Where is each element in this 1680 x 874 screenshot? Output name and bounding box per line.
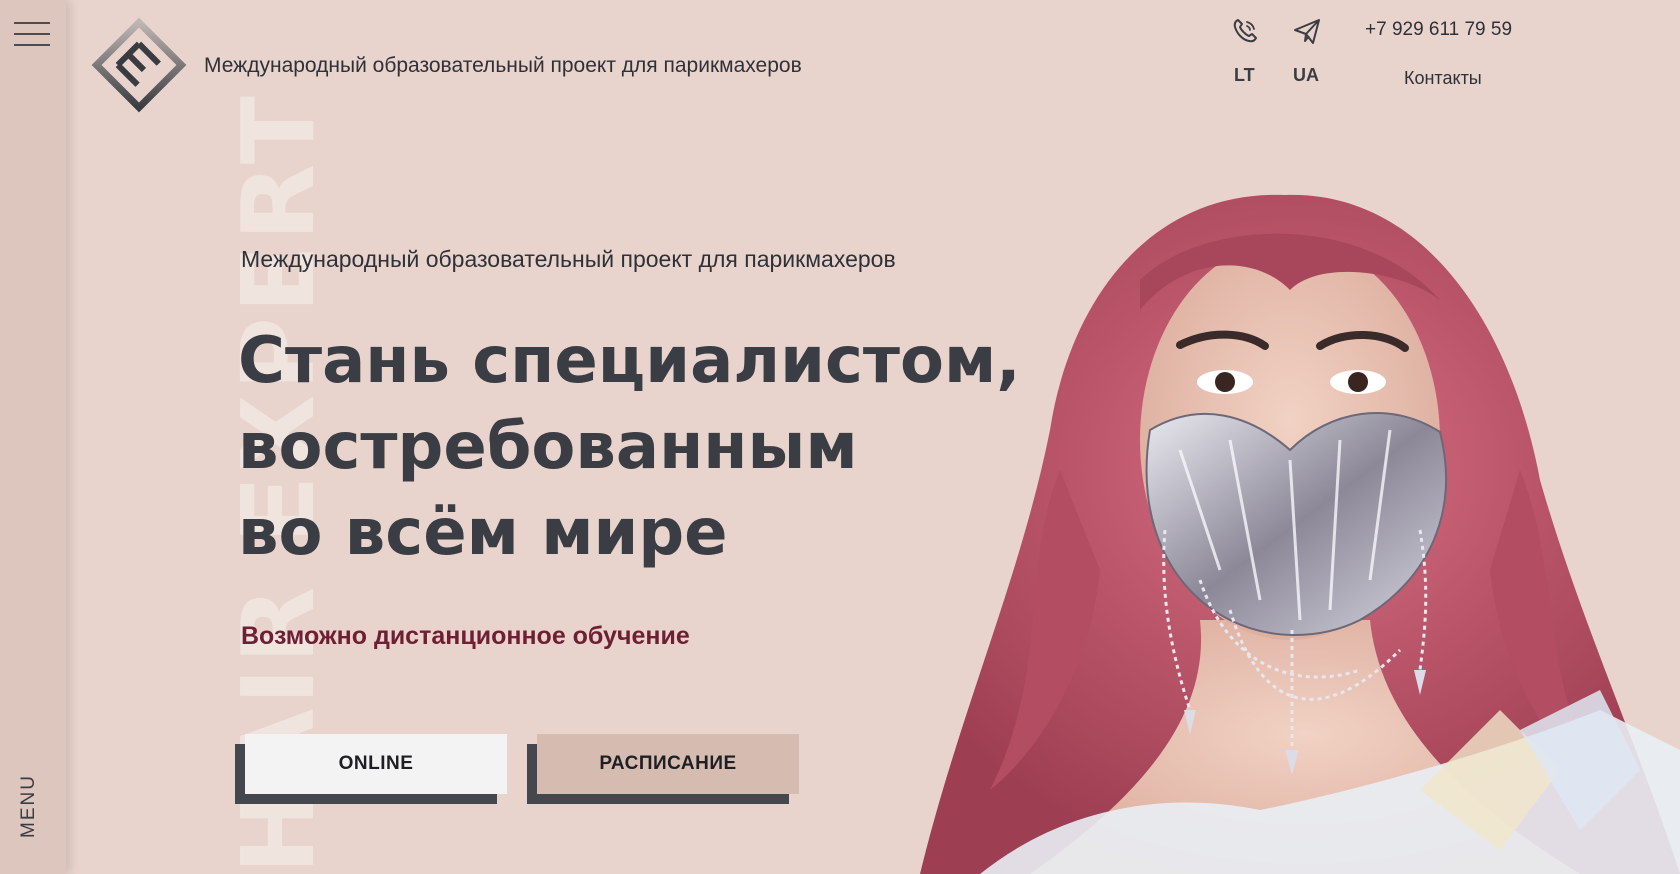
- phone-number-link[interactable]: +7 929 611 79 59: [1365, 19, 1512, 41]
- menu-icon[interactable]: [14, 22, 50, 48]
- header-tagline: Международный образовательный проект для…: [204, 54, 802, 77]
- hero-title: Стань специалистом, востребованным во вс…: [238, 318, 1021, 576]
- language-ua[interactable]: UA: [1293, 65, 1319, 86]
- online-button-wrap: ONLINE: [235, 734, 507, 804]
- phone-icon[interactable]: [1230, 16, 1260, 46]
- online-button[interactable]: ONLINE: [245, 734, 507, 794]
- sidebar: MENU: [0, 0, 66, 874]
- hero-title-line: востребованным: [238, 410, 858, 484]
- remote-learning-note: Возможно дистанционное обучение: [241, 622, 690, 650]
- language-lt[interactable]: LT: [1234, 65, 1255, 86]
- schedule-button[interactable]: РАСПИСАНИЕ: [537, 734, 799, 794]
- menu-label[interactable]: MENU: [18, 774, 40, 838]
- contacts-link[interactable]: Контакты: [1404, 68, 1482, 89]
- telegram-icon[interactable]: [1292, 16, 1322, 46]
- schedule-button-wrap: РАСПИСАНИЕ: [527, 734, 799, 804]
- hero-subtitle: Международный образовательный проект для…: [241, 246, 896, 272]
- logo-icon[interactable]: [84, 10, 194, 120]
- hero-title-line: во всём мире: [238, 496, 728, 570]
- hero-title-line: Стань специалистом,: [238, 324, 1021, 398]
